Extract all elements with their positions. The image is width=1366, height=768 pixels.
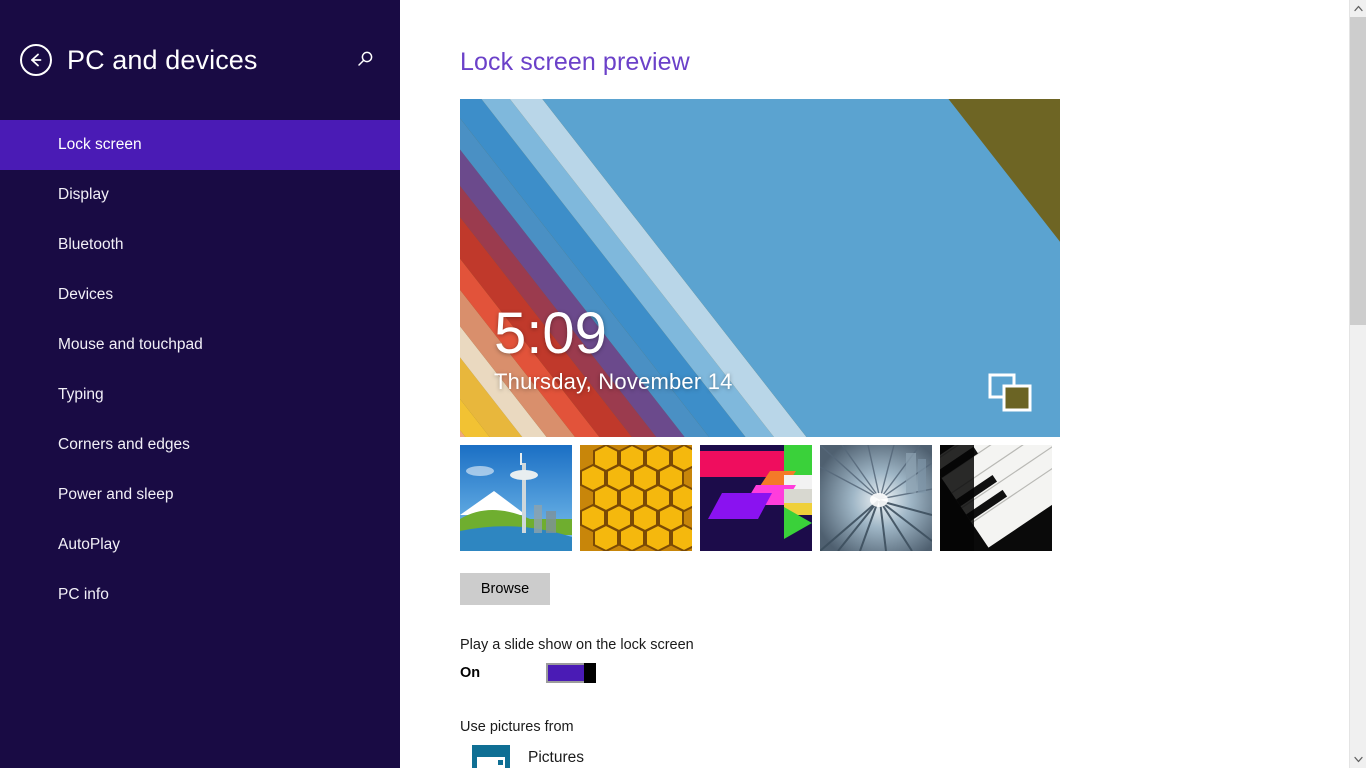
sidebar-item-label: Mouse and touchpad (58, 336, 203, 353)
pictures-folder-name: Pictures (528, 749, 584, 766)
browse-button[interactable]: Browse (460, 573, 550, 605)
piano-keys-thumbnail[interactable] (940, 445, 1052, 551)
sidebar-nav-list: Lock screen Display Bluetooth Devices Mo… (0, 120, 400, 620)
sidebar-item-pc-info[interactable]: PC info (0, 570, 400, 620)
sidebar-item-label: Corners and edges (58, 436, 190, 453)
space-needle-thumbnail[interactable] (460, 445, 572, 551)
sidebar-item-power-and-sleep[interactable]: Power and sleep (0, 470, 400, 520)
slideshow-toggle-state: On (460, 665, 481, 681)
content-inner: Lock screen preview 5:09 Thursday, Novem… (400, 0, 1366, 768)
settings-sidebar: PC and devices Lock screen Display Bluet… (0, 0, 400, 768)
lock-screen-preview[interactable]: 5:09 Thursday, November 14 (460, 99, 1060, 437)
thumbnail-art (820, 445, 932, 551)
preview-background-image (460, 99, 1060, 437)
settings-content-pane: Lock screen preview 5:09 Thursday, Novem… (400, 0, 1366, 768)
sidebar-item-label: Bluetooth (58, 236, 124, 253)
sidebar-item-corners-and-edges[interactable]: Corners and edges (0, 420, 400, 470)
sidebar-item-devices[interactable]: Devices (0, 270, 400, 320)
search-icon[interactable] (348, 43, 382, 77)
pictures-source-item[interactable]: Pictures (460, 745, 1366, 768)
sidebar-item-display[interactable]: Display (0, 170, 400, 220)
slideshow-toggle[interactable] (546, 663, 596, 683)
pictures-library-icon (472, 745, 510, 768)
sidebar-item-label: Devices (58, 286, 114, 303)
back-arrow-icon[interactable] (20, 44, 52, 76)
sidebar-item-label: Display (58, 186, 109, 203)
chevron-up-icon[interactable] (1350, 0, 1366, 17)
thumbnail-art (460, 445, 572, 551)
slideshow-toggle-row: On (460, 661, 1366, 685)
sidebar-header: PC and devices (0, 0, 400, 120)
thumbnail-art (580, 445, 692, 551)
page-title: PC and devices (67, 44, 258, 75)
chevron-down-icon[interactable] (1350, 751, 1366, 768)
honeycomb-thumbnail[interactable] (580, 445, 692, 551)
sidebar-item-autoplay[interactable]: AutoPlay (0, 520, 400, 570)
sidebar-item-label: PC info (58, 586, 109, 603)
sidebar-item-mouse-and-touchpad[interactable]: Mouse and touchpad (0, 320, 400, 370)
sidebar-item-label: AutoPlay (58, 536, 121, 553)
scrollbar-thumb[interactable] (1350, 17, 1366, 325)
section-heading: Lock screen preview (460, 48, 690, 76)
sidebar-item-label: Typing (58, 386, 104, 403)
geometric-shapes-thumbnail[interactable] (700, 445, 812, 551)
sidebar-item-typing[interactable]: Typing (0, 370, 400, 420)
train-tunnel-thumbnail[interactable] (820, 445, 932, 551)
toggle-knob (584, 663, 596, 683)
sidebar-item-lock-screen[interactable]: Lock screen (0, 120, 400, 170)
thumbnail-art (940, 445, 1052, 551)
slideshow-multiple-pictures-icon (988, 373, 1032, 412)
sidebar-item-label: Power and sleep (58, 486, 174, 503)
vertical-scrollbar[interactable] (1349, 0, 1366, 768)
lock-screen-image-choices (460, 445, 1060, 551)
pc-settings-window: PC and devices Lock screen Display Bluet… (0, 0, 1366, 768)
pictures-source-label: Use pictures from (460, 719, 574, 735)
sidebar-item-label: Lock screen (58, 136, 142, 153)
thumbnail-art (700, 445, 812, 551)
sidebar-item-bluetooth[interactable]: Bluetooth (0, 220, 400, 270)
slideshow-setting-label: Play a slide show on the lock screen (460, 637, 694, 653)
